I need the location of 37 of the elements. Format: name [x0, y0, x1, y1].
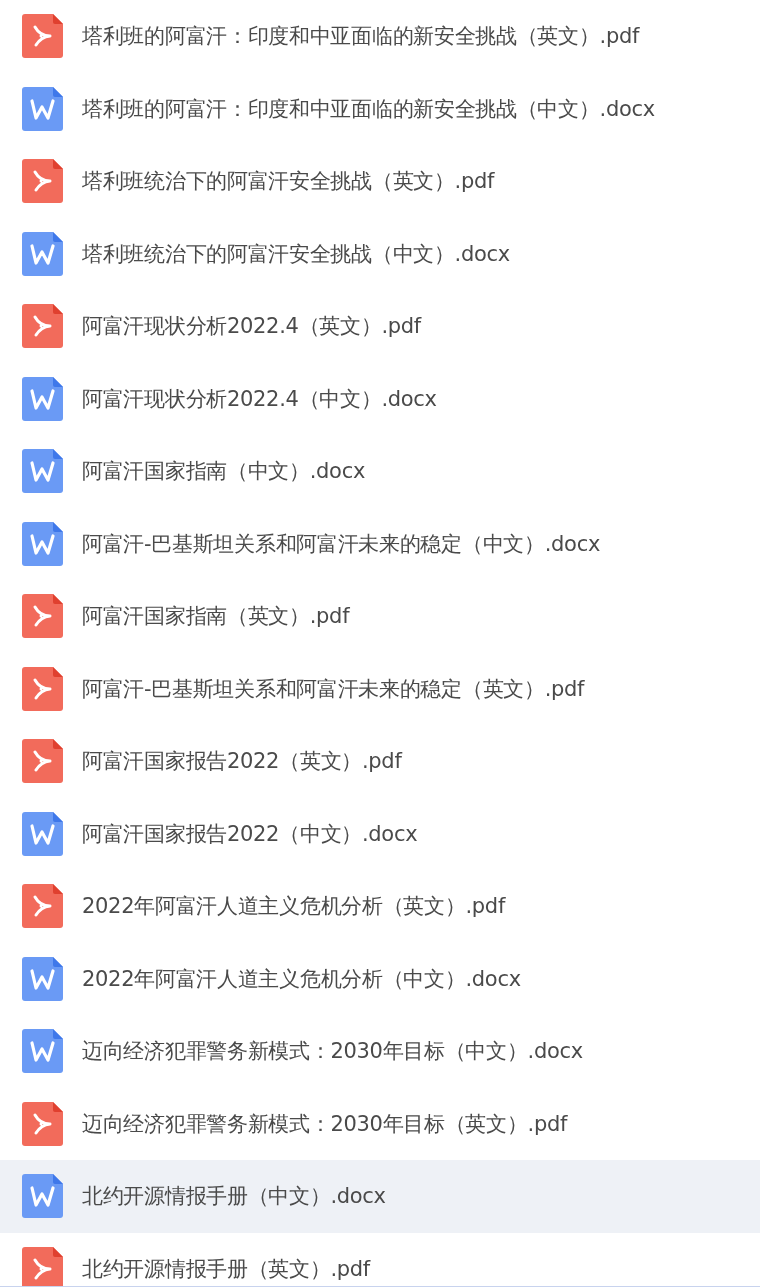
word-file-icon — [22, 231, 63, 276]
file-name: 2022年阿富汗人道主义危机分析（英文）.pdf — [82, 893, 505, 921]
pdf-file-icon — [22, 159, 63, 204]
file-name: 阿富汗现状分析2022.4（中文）.docx — [82, 385, 437, 413]
file-name: 阿富汗现状分析2022.4（英文）.pdf — [82, 313, 421, 341]
pdf-file-icon — [22, 594, 63, 639]
file-name: 塔利班统治下的阿富汗安全挑战（中文）.docx — [82, 240, 510, 268]
word-file-icon — [22, 86, 63, 131]
word-file-icon — [22, 1029, 63, 1074]
file-name: 塔利班的阿富汗：印度和中亚面临的新安全挑战（中文）.docx — [82, 95, 655, 123]
file-name: 塔利班统治下的阿富汗安全挑战（英文）.pdf — [82, 168, 495, 196]
file-name: 阿富汗-巴基斯坦关系和阿富汗未来的稳定（中文）.docx — [82, 530, 600, 558]
file-name: 北约开源情报手册（中文）.docx — [82, 1183, 386, 1211]
file-name: 塔利班的阿富汗：印度和中亚面临的新安全挑战（英文）.pdf — [82, 23, 640, 51]
word-file-icon — [22, 449, 63, 494]
pdf-file-icon — [22, 739, 63, 784]
word-file-icon — [22, 1174, 63, 1219]
word-file-icon — [22, 956, 63, 1001]
file-name: 阿富汗国家指南（中文）.docx — [82, 458, 366, 486]
pdf-file-icon — [22, 1101, 63, 1146]
file-name: 2022年阿富汗人道主义危机分析（中文）.docx — [82, 965, 521, 993]
word-file-icon — [22, 376, 63, 421]
word-file-icon — [22, 811, 63, 856]
file-name: 阿富汗国家指南（英文）.pdf — [82, 603, 350, 631]
pdf-file-icon — [22, 304, 63, 349]
word-file-icon — [22, 521, 63, 566]
file-row[interactable]: 北约开源情报手册（中文）.docx — [0, 1160, 760, 1233]
pdf-file-icon — [22, 14, 63, 59]
file-name: 阿富汗国家报告2022（中文）.docx — [82, 820, 418, 848]
file-name: 阿富汗国家报告2022（英文）.pdf — [82, 748, 402, 776]
file-name: 迈向经济犯罪警务新模式：2030年目标（英文）.pdf — [82, 1110, 568, 1138]
file-name: 阿富汗-巴基斯坦关系和阿富汗未来的稳定（英文）.pdf — [82, 675, 585, 703]
pdf-file-icon — [22, 666, 63, 711]
pdf-file-icon — [22, 1246, 63, 1286]
pdf-file-icon — [22, 884, 63, 929]
file-name: 北约开源情报手册（英文）.pdf — [82, 1255, 370, 1283]
file-name: 迈向经济犯罪警务新模式：2030年目标（中文）.docx — [82, 1038, 583, 1066]
